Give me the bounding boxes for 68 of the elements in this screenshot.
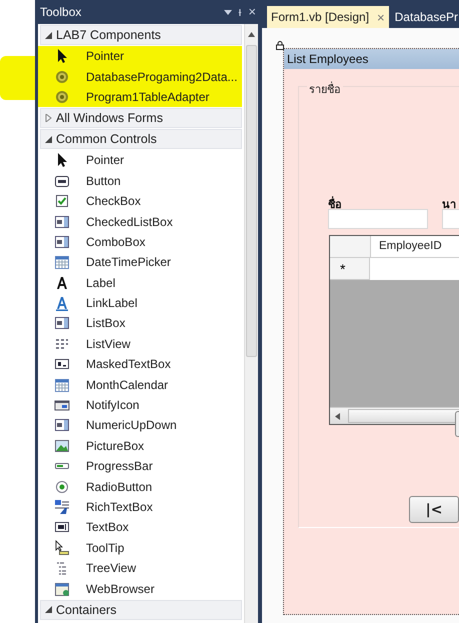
calendar-icon	[54, 376, 70, 393]
toolbox-item[interactable]: ComboBox	[40, 232, 242, 252]
label-icon	[54, 274, 70, 291]
section-header[interactable]: All Windows Forms	[40, 108, 242, 128]
toolbox-item[interactable]: ProgressBar	[40, 456, 242, 476]
document-tab[interactable]: DatabasePr	[390, 6, 459, 28]
dropdown-icon[interactable]	[224, 10, 232, 14]
toolbox-item[interactable]: Program1TableAdapter	[38, 86, 242, 108]
web-icon	[54, 580, 70, 597]
document-tab[interactable]: Form1.vb [Design] ×	[267, 6, 389, 28]
header-corner	[330, 236, 371, 258]
toolbox-item[interactable]: Button	[40, 170, 242, 191]
triangle-icon	[45, 136, 52, 143]
linklabel-icon	[54, 295, 70, 312]
field-label: นา	[442, 198, 457, 209]
input-field[interactable]	[328, 209, 428, 229]
triangle-icon	[45, 32, 52, 38]
triangle-icon	[45, 114, 52, 122]
toolbox-item[interactable]: DateTimePicker	[40, 252, 242, 273]
checkbox-icon	[54, 193, 70, 210]
close-button[interactable]: ×	[248, 5, 256, 19]
toolbox-item[interactable]: ListView	[40, 334, 242, 354]
tooltip-icon	[54, 540, 70, 556]
toolbox-item[interactable]: NotifyIcon	[40, 394, 242, 416]
toolbox-item[interactable]: CheckBox	[40, 190, 242, 212]
highlighter-stroke	[0, 56, 35, 100]
toolbox-item[interactable]: ToolTip	[40, 538, 242, 558]
toolbox-item[interactable]: NumericUpDown	[40, 415, 242, 436]
picture-icon	[54, 438, 70, 454]
scrollbar[interactable]	[330, 407, 459, 424]
list-icon	[54, 214, 70, 230]
section-header[interactable]: Containers	[40, 600, 242, 620]
list-icon	[54, 315, 70, 332]
radio-icon	[54, 478, 70, 495]
toolbox-item[interactable]: MaskedTextBox	[40, 354, 242, 374]
lock-icon	[276, 41, 284, 50]
panel-title: Toolbox	[40, 5, 82, 19]
first-record-button[interactable]: |<	[409, 496, 459, 523]
toolbox-item[interactable]: ListBox	[40, 313, 242, 334]
richtext-icon	[54, 499, 70, 515]
list-icon	[54, 417, 70, 434]
scrollbar[interactable]	[244, 24, 258, 623]
form-title: List Employees	[287, 52, 368, 66]
row-header: *	[330, 258, 370, 280]
toolbox-item[interactable]: DatabaseProgaming2Data...	[38, 66, 242, 87]
toolbox-item[interactable]: WebBrowser	[40, 578, 242, 599]
toolbox-item[interactable]: RadioButton	[40, 476, 242, 497]
toolbox-item[interactable]: MonthCalendar	[40, 374, 242, 395]
toolbox-item[interactable]: TreeView	[40, 558, 242, 578]
data-grid[interactable]: EmployeeID *	[329, 235, 459, 425]
section-header[interactable]: Common Controls	[40, 129, 242, 150]
toolbox-item[interactable]: Pointer	[38, 46, 242, 66]
section-header[interactable]: LAB7 Components	[40, 25, 242, 45]
field-label: ชื่อ	[328, 195, 428, 209]
toolbox-item[interactable]: RichTextBox	[40, 496, 242, 518]
toolbox-item[interactable]: LinkLabel	[40, 292, 242, 314]
pin-button[interactable]: ᵼ	[238, 5, 242, 19]
form-button[interactable]	[455, 411, 459, 437]
toolbox-item[interactable]: PictureBox	[40, 436, 242, 456]
toolbox-item[interactable]: Pointer	[40, 150, 242, 171]
list-icon	[54, 234, 70, 250]
scroll-up-icon[interactable]	[248, 32, 255, 37]
toolbox-item[interactable]: CheckedListBox	[40, 211, 242, 232]
triangle-icon	[45, 606, 52, 614]
calendar-icon	[54, 254, 70, 270]
toolbox-item[interactable]: TextBox	[40, 517, 242, 538]
toolbox-item[interactable]: Label	[40, 272, 242, 293]
scroll-left-icon[interactable]	[335, 412, 340, 420]
